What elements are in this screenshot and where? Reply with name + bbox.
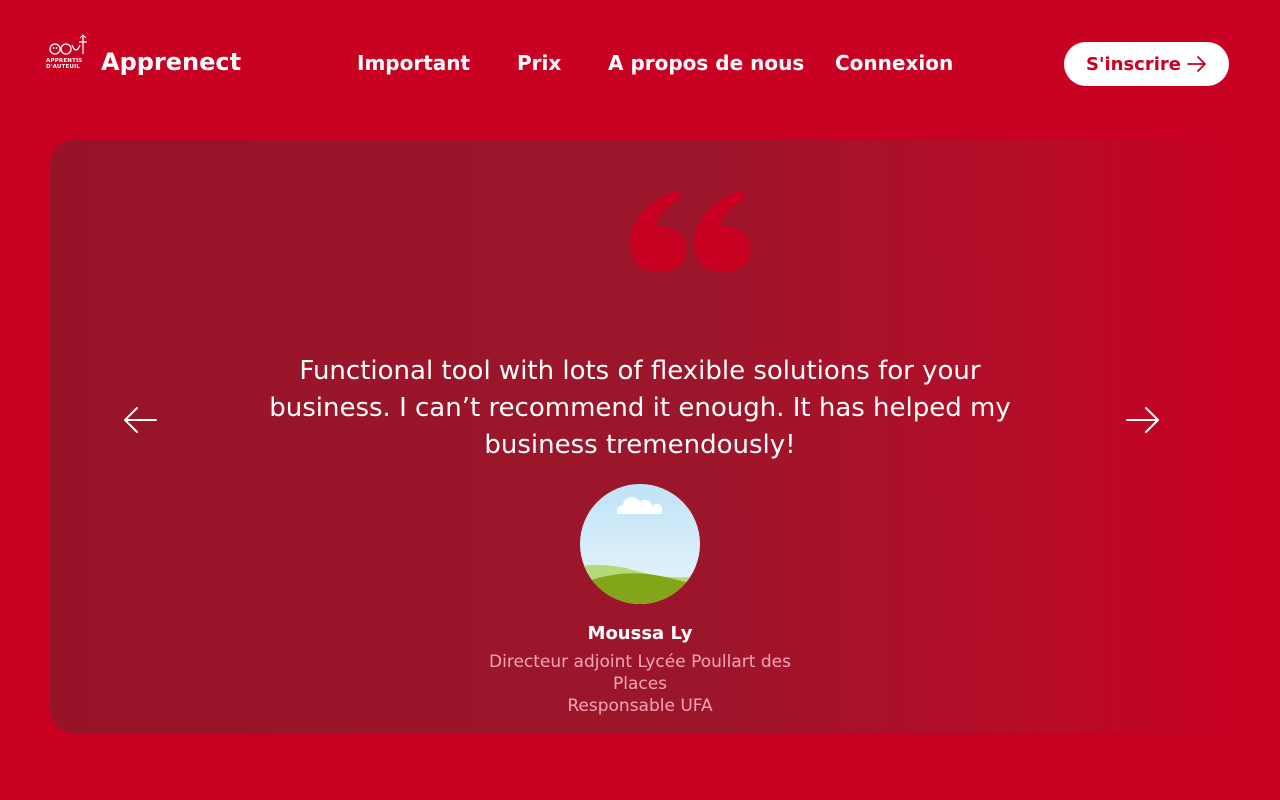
prev-testimonial-button[interactable] (122, 405, 158, 435)
site-header: APPRENTIS D'AUTEUIL Apprenect Important … (0, 0, 1280, 128)
quote-icon (628, 190, 752, 272)
arrow-right-icon (1187, 56, 1207, 72)
person-role-line: Directeur adjoint Lycée Poullart des Pla… (489, 652, 791, 694)
arrow-left-icon (124, 407, 157, 433)
avatar (580, 484, 700, 604)
logo-text: APPRENTIS D'AUTEUIL (46, 58, 83, 70)
nav-connexion[interactable]: Connexion (835, 46, 953, 80)
nav-a-propos[interactable]: A propos de nous (608, 46, 804, 80)
testimonial-quote: Functional tool with lots of flexible so… (269, 356, 1011, 460)
signup-label: S'inscrire (1086, 53, 1181, 75)
signup-button[interactable]: S'inscrire (1064, 42, 1229, 86)
person-role-line: Responsable UFA (567, 696, 713, 716)
nav-important[interactable]: Important (357, 46, 470, 80)
testimonial-card: Functional tool with lots of flexible so… (50, 140, 1230, 733)
nav-prix[interactable]: Prix (517, 46, 561, 80)
person-role: Directeur adjoint Lycée Poullart des Pla… (470, 651, 810, 717)
brand-name[interactable]: Apprenect (101, 46, 241, 78)
next-testimonial-button[interactable] (1125, 405, 1161, 435)
arrow-right-icon (1126, 407, 1159, 433)
landscape-placeholder-icon (580, 484, 700, 604)
logo-icon (49, 34, 87, 55)
person-name: Moussa Ly (587, 623, 693, 644)
